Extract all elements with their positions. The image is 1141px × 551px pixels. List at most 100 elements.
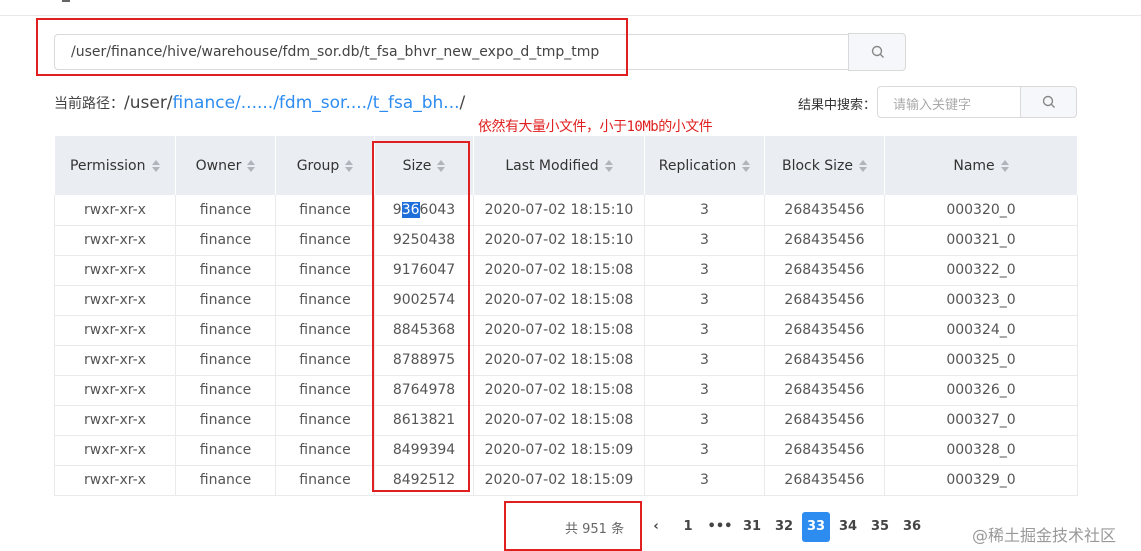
- cell-last-modified: 2020-07-02 18:15:08: [473, 375, 645, 406]
- cell-block-size: 268435456: [764, 315, 885, 346]
- cell-name: 000320_0: [884, 195, 1078, 226]
- header-replication[interactable]: Replication: [644, 136, 765, 195]
- breadcrumb-item-finance[interactable]: finance/: [173, 93, 241, 113]
- cell-replication: 3: [644, 255, 765, 286]
- annotation-note: 依然有大量小文件，小于10Mb的小文件: [478, 119, 713, 135]
- cell-last-modified: 2020-07-02 18:15:10: [473, 225, 645, 256]
- sort-icon[interactable]: [247, 159, 256, 172]
- page-33[interactable]: 33: [802, 512, 830, 542]
- table-header-row: Permission Owner Group Size Last Modifie…: [54, 136, 1078, 195]
- table-row[interactable]: rwxr-xr-x finance finance 8845368 2020-07-02…: [54, 315, 1078, 346]
- cell-permission: rwxr-xr-x: [54, 285, 176, 316]
- cell-permission: rwxr-xr-x: [54, 375, 176, 406]
- cell-group: finance: [275, 375, 375, 406]
- page-36[interactable]: 36: [896, 512, 928, 542]
- sort-icon[interactable]: [859, 159, 868, 172]
- annotation-box-size-column: [372, 141, 470, 492]
- cell-name: 000321_0: [884, 225, 1078, 256]
- table-row[interactable]: rwxr-xr-x finance finance 9366043 2020-07-02…: [54, 195, 1078, 226]
- page-32[interactable]: 32: [768, 512, 800, 542]
- sort-icon[interactable]: [1000, 159, 1009, 172]
- cell-replication: 3: [644, 465, 765, 496]
- cell-group: finance: [275, 405, 375, 436]
- header-permission[interactable]: Permission: [54, 136, 176, 195]
- cell-block-size: 268435456: [764, 405, 885, 436]
- table-row[interactable]: rwxr-xr-x finance finance 8613821 2020-07-02…: [54, 405, 1078, 436]
- sort-icon[interactable]: [604, 159, 613, 172]
- table-row[interactable]: rwxr-xr-x finance finance 9250438 2020-07-02…: [54, 225, 1078, 256]
- cell-name: 000324_0: [884, 315, 1078, 346]
- table-row[interactable]: rwxr-xr-x finance finance 9176047 2020-07-02…: [54, 255, 1078, 286]
- cell-permission: rwxr-xr-x: [54, 255, 176, 286]
- cell-block-size: 268435456: [764, 285, 885, 316]
- cell-permission: rwxr-xr-x: [54, 195, 176, 226]
- cell-group: finance: [275, 285, 375, 316]
- cell-replication: 3: [644, 345, 765, 376]
- cell-owner: finance: [175, 225, 276, 256]
- cell-replication: 3: [644, 405, 765, 436]
- total-count: 共 951 条: [565, 522, 625, 537]
- header-last-modified[interactable]: Last Modified: [473, 136, 645, 195]
- table-row[interactable]: rwxr-xr-x finance finance 9002574 2020-07-02…: [54, 285, 1078, 316]
- cell-last-modified: 2020-07-02 18:15:08: [473, 345, 645, 376]
- table-row[interactable]: rwxr-xr-x finance finance 8492512 2020-07-02…: [54, 465, 1078, 496]
- header-name[interactable]: Name: [884, 136, 1078, 195]
- cell-group: finance: [275, 255, 375, 286]
- breadcrumb-item-ellipsis[interactable]: ....../: [241, 93, 279, 113]
- breadcrumb-prefix: 当前路径：: [54, 96, 124, 112]
- table-row[interactable]: rwxr-xr-x finance finance 8764978 2020-07-02…: [54, 375, 1078, 406]
- sort-icon[interactable]: [742, 159, 751, 172]
- path-search-button[interactable]: [848, 33, 906, 71]
- watermark: @稀土掘金技术社区: [972, 526, 1117, 545]
- cell-block-size: 268435456: [764, 255, 885, 286]
- sort-icon[interactable]: [151, 159, 160, 172]
- cell-owner: finance: [175, 345, 276, 376]
- cell-group: finance: [275, 345, 375, 376]
- cell-block-size: 268435456: [764, 465, 885, 496]
- cell-permission: rwxr-xr-x: [54, 435, 176, 466]
- cell-replication: 3: [644, 315, 765, 346]
- cell-block-size: 268435456: [764, 345, 885, 376]
- cell-owner: finance: [175, 375, 276, 406]
- cell-last-modified: 2020-07-02 18:15:09: [473, 435, 645, 466]
- cell-last-modified: 2020-07-02 18:15:08: [473, 315, 645, 346]
- result-search-placeholder: 请输入关键字: [893, 98, 972, 113]
- cell-owner: finance: [175, 435, 276, 466]
- cell-name: 000326_0: [884, 375, 1078, 406]
- header-block-size[interactable]: Block Size: [764, 136, 885, 195]
- page-34[interactable]: 34: [832, 512, 864, 542]
- cell-group: finance: [275, 315, 375, 346]
- breadcrumb-item-fdm-sor[interactable]: fdm_sor..../: [279, 93, 373, 113]
- table-row[interactable]: rwxr-xr-x finance finance 8499394 2020-07-02…: [54, 435, 1078, 466]
- cell-last-modified: 2020-07-02 18:15:08: [473, 285, 645, 316]
- page-35[interactable]: 35: [864, 512, 896, 542]
- cell-group: finance: [275, 435, 375, 466]
- table-row[interactable]: rwxr-xr-x finance finance 8788975 2020-07-02…: [54, 345, 1078, 376]
- page-ellipsis[interactable]: •••: [704, 512, 736, 542]
- cell-name: 000325_0: [884, 345, 1078, 376]
- cell-owner: finance: [175, 465, 276, 496]
- prev-page-button[interactable]: ‹: [640, 512, 672, 542]
- page-31[interactable]: 31: [736, 512, 768, 542]
- result-search-button[interactable]: [1020, 86, 1077, 118]
- breadcrumb-item-table[interactable]: t_fsa_bh...: [373, 93, 460, 113]
- cell-replication: 3: [644, 435, 765, 466]
- cell-last-modified: 2020-07-02 18:15:08: [473, 405, 645, 436]
- breadcrumb-root[interactable]: /user/: [124, 93, 173, 113]
- cell-name: 000327_0: [884, 405, 1078, 436]
- cell-name: 000323_0: [884, 285, 1078, 316]
- header-group[interactable]: Group: [275, 136, 375, 195]
- cell-name: 000329_0: [884, 465, 1078, 496]
- result-search-input[interactable]: 请输入关键字: [877, 86, 1021, 118]
- cell-permission: rwxr-xr-x: [54, 225, 176, 256]
- cell-permission: rwxr-xr-x: [54, 345, 176, 376]
- cell-permission: rwxr-xr-x: [54, 315, 176, 346]
- top-dash: [62, 0, 70, 2]
- cell-last-modified: 2020-07-02 18:15:10: [473, 195, 645, 226]
- annotation-box-path: [36, 18, 628, 76]
- page-1[interactable]: 1: [672, 512, 704, 542]
- cell-permission: rwxr-xr-x: [54, 465, 176, 496]
- header-owner[interactable]: Owner: [175, 136, 276, 195]
- sort-icon[interactable]: [345, 159, 354, 172]
- cell-owner: finance: [175, 255, 276, 286]
